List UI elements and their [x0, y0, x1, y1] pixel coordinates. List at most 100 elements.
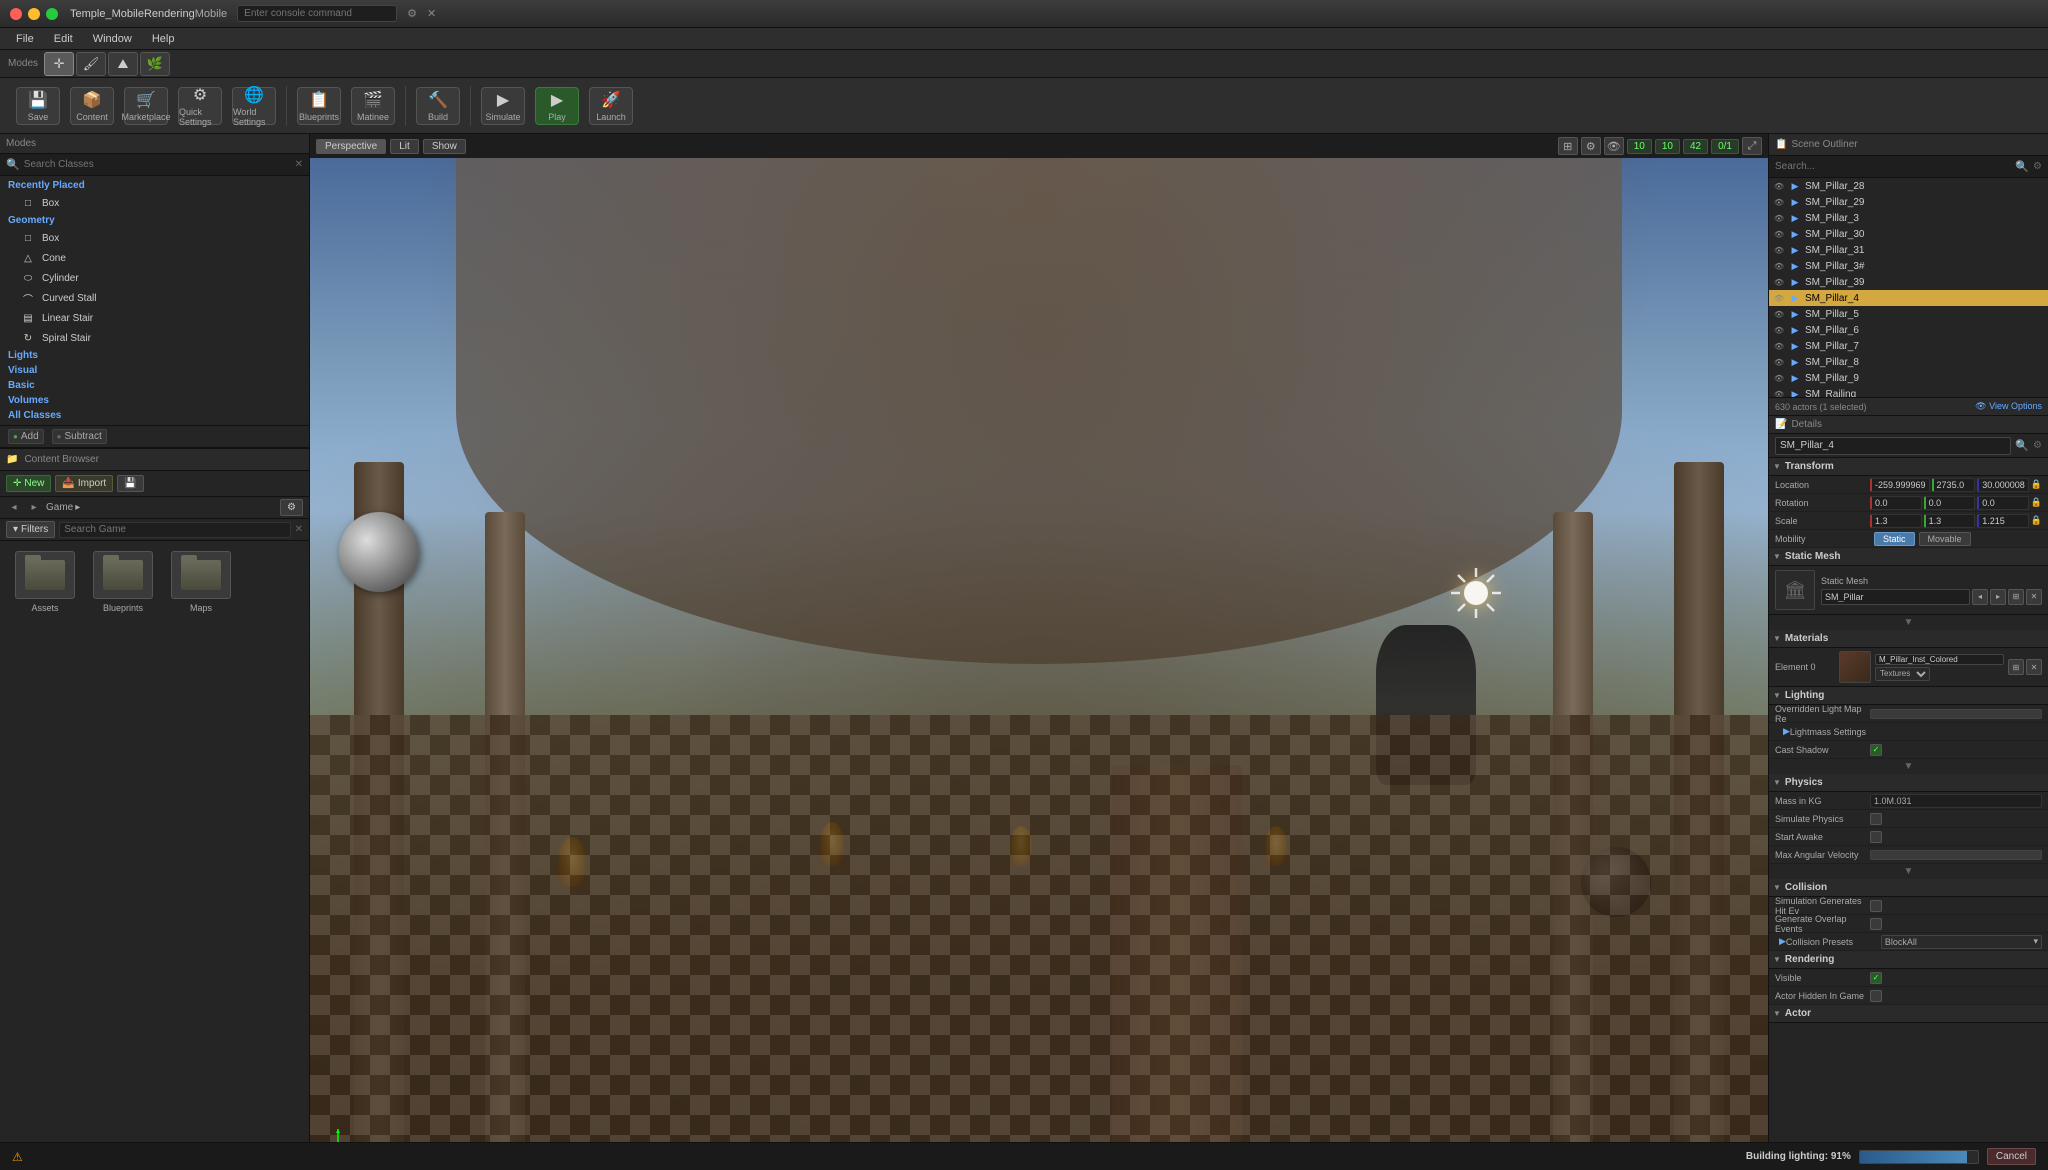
- rotation-y-input[interactable]: 0.0: [1924, 496, 1976, 510]
- scene-search-settings-icon[interactable]: ⚙: [2033, 161, 2042, 172]
- add-button[interactable]: ● Add: [8, 429, 44, 444]
- content-search-input[interactable]: [59, 522, 290, 538]
- category-basic[interactable]: Basic: [0, 378, 309, 393]
- rotation-z-input[interactable]: 0.0: [1977, 496, 2029, 510]
- toolbar-launch[interactable]: 🚀 Launch: [589, 87, 633, 125]
- material-browse-button[interactable]: ⊞: [2008, 659, 2024, 675]
- mass-value[interactable]: 1.0M.031: [1870, 794, 2042, 808]
- content-item-blueprints[interactable]: Blueprints: [88, 551, 158, 613]
- mode-placement[interactable]: ✛: [44, 52, 74, 76]
- viewport-num1[interactable]: 10: [1627, 139, 1652, 154]
- physics-section-header[interactable]: ▼ Physics: [1769, 774, 2048, 792]
- class-item-cylinder[interactable]: ⬭ Cylinder: [0, 268, 309, 288]
- viewport-num3[interactable]: 42: [1683, 139, 1708, 154]
- new-button[interactable]: ✛ New: [6, 475, 51, 492]
- viewport[interactable]: Perspective Lit Show ⊞ ⚙ 👁 10 10 42 0/1 …: [310, 134, 1768, 1170]
- toolbar-save[interactable]: 💾 Save: [16, 87, 60, 125]
- physics-expand-button[interactable]: ▼: [1904, 866, 1914, 877]
- toolbar-content[interactable]: 📦 Content: [70, 87, 114, 125]
- scene-search-icon[interactable]: 🔍: [2015, 160, 2029, 173]
- rotation-x-input[interactable]: 0.0: [1870, 496, 1922, 510]
- classes-search-input[interactable]: [24, 159, 291, 170]
- class-item-spiral-stair[interactable]: ↻ Spiral Stair: [0, 328, 309, 348]
- minimize-button[interactable]: [28, 8, 40, 20]
- collision-presets-dropdown[interactable]: BlockAll ▾: [1881, 935, 2042, 949]
- filters-button[interactable]: ▾ Filters: [6, 521, 55, 538]
- actor-item[interactable]: 👁 ▶ SM_Railing: [1769, 386, 2048, 398]
- simulate-physics-checkbox[interactable]: [1870, 813, 1882, 825]
- toolbar-matinee[interactable]: 🎬 Matinee: [351, 87, 395, 125]
- mesh-expand-button[interactable]: ▼: [1904, 617, 1914, 628]
- viewport-view-mode-icon[interactable]: 👁: [1604, 137, 1624, 155]
- subtract-button[interactable]: ● Subtract: [52, 429, 107, 444]
- view-options-scene-button[interactable]: 👁 View Options: [1975, 401, 2042, 412]
- visibility-icon[interactable]: 👁: [1773, 372, 1785, 384]
- toolbar-quick-settings[interactable]: ⚙ Quick Settings: [178, 87, 222, 125]
- visibility-icon[interactable]: 👁: [1773, 212, 1785, 224]
- toolbar-marketplace[interactable]: 🛒 Marketplace: [124, 87, 168, 125]
- viewport-settings-icon[interactable]: ⚙: [1581, 137, 1601, 155]
- mode-paint[interactable]: 🖌: [76, 52, 106, 76]
- static-mesh-section-header[interactable]: ▼ Static Mesh: [1769, 548, 2048, 566]
- visibility-icon[interactable]: 👁: [1773, 324, 1785, 336]
- maximize-button[interactable]: [46, 8, 58, 20]
- lighting-expand-button[interactable]: ▼: [1904, 761, 1914, 772]
- actor-item[interactable]: 👁 ▶ SM_Pillar_3#: [1769, 258, 2048, 274]
- class-item-box[interactable]: □ Box: [0, 228, 309, 248]
- scale-lock-icon[interactable]: 🔒: [2031, 515, 2042, 526]
- actor-item[interactable]: 👁 ▶ SM_Pillar_9: [1769, 370, 2048, 386]
- toolbar-blueprints[interactable]: 📋 Blueprints: [297, 87, 341, 125]
- mode-landscape[interactable]: ⛰: [108, 52, 138, 76]
- console-input[interactable]: [237, 5, 397, 22]
- sim-generates-checkbox[interactable]: [1870, 900, 1882, 912]
- class-item-curved-stall[interactable]: ⌒ Curved Stall: [0, 288, 309, 308]
- hidden-in-game-checkbox[interactable]: [1870, 990, 1882, 1002]
- close-button[interactable]: [10, 8, 22, 20]
- content-button[interactable]: 📦 Content: [70, 87, 114, 125]
- materials-section-header[interactable]: ▼ Materials: [1769, 630, 2048, 648]
- max-angular-slider[interactable]: [1870, 850, 2042, 860]
- category-all-classes[interactable]: All Classes: [0, 408, 309, 423]
- mobility-static-button[interactable]: Static: [1874, 532, 1915, 546]
- quick-settings-button[interactable]: ⚙ Quick Settings: [178, 87, 222, 125]
- actor-item-selected[interactable]: 👁 ▶ SM_Pillar_4: [1769, 290, 2048, 306]
- visibility-icon[interactable]: 👁: [1773, 356, 1785, 368]
- class-item-cone[interactable]: △ Cone: [0, 248, 309, 268]
- viewport-grid-icon[interactable]: ⊞: [1558, 137, 1578, 155]
- content-item-assets[interactable]: Assets: [10, 551, 80, 613]
- mesh-prev-button[interactable]: ◂: [1972, 589, 1988, 605]
- simulate-button[interactable]: ▶ Simulate: [481, 87, 525, 125]
- visible-checkbox[interactable]: [1870, 972, 1882, 984]
- actor-item[interactable]: 👁 ▶ SM_Pillar_6: [1769, 322, 2048, 338]
- class-item-box-recent[interactable]: □ Box: [0, 193, 309, 213]
- actor-item[interactable]: 👁 ▶ SM_Pillar_8: [1769, 354, 2048, 370]
- actor-section-header[interactable]: ▼ Actor: [1769, 1005, 2048, 1023]
- marketplace-button[interactable]: 🛒 Marketplace: [124, 87, 168, 125]
- transform-section-header[interactable]: ▼ Transform: [1769, 458, 2048, 476]
- actor-item[interactable]: 👁 ▶ SM_Pillar_31: [1769, 242, 2048, 258]
- collision-presets-expand[interactable]: ▶: [1775, 936, 1786, 947]
- toolbar-build[interactable]: 🔨 Build: [416, 87, 460, 125]
- viewport-maximize-icon[interactable]: ⤢: [1742, 137, 1762, 155]
- blueprints-button[interactable]: 📋 Blueprints: [297, 87, 341, 125]
- visibility-icon[interactable]: 👁: [1773, 308, 1785, 320]
- mesh-clear-button[interactable]: ✕: [2026, 589, 2042, 605]
- material-name-input[interactable]: [1875, 654, 2004, 665]
- menu-help[interactable]: Help: [144, 31, 183, 47]
- toolbar-play[interactable]: ▶ Play: [535, 87, 579, 125]
- visibility-icon[interactable]: 👁: [1773, 180, 1785, 192]
- lightmass-expand[interactable]: ▶: [1775, 726, 1790, 737]
- nav-back[interactable]: ◂: [6, 500, 22, 516]
- location-lock-icon[interactable]: 🔒: [2031, 479, 2042, 490]
- visibility-icon[interactable]: 👁: [1773, 260, 1785, 272]
- name-settings-icon[interactable]: ⚙: [2033, 440, 2042, 451]
- lightmap-slider[interactable]: [1870, 709, 2042, 719]
- start-awake-checkbox[interactable]: [1870, 831, 1882, 843]
- visibility-icon[interactable]: 👁: [1773, 292, 1785, 304]
- actor-name-input[interactable]: [1775, 437, 2011, 455]
- actor-item[interactable]: 👁 ▶ SM_Pillar_7: [1769, 338, 2048, 354]
- scale-x-input[interactable]: 1.3: [1870, 514, 1922, 528]
- launch-button[interactable]: 🚀 Launch: [589, 87, 633, 125]
- category-geometry[interactable]: Geometry: [0, 213, 309, 228]
- path-settings-button[interactable]: ⚙: [280, 499, 303, 516]
